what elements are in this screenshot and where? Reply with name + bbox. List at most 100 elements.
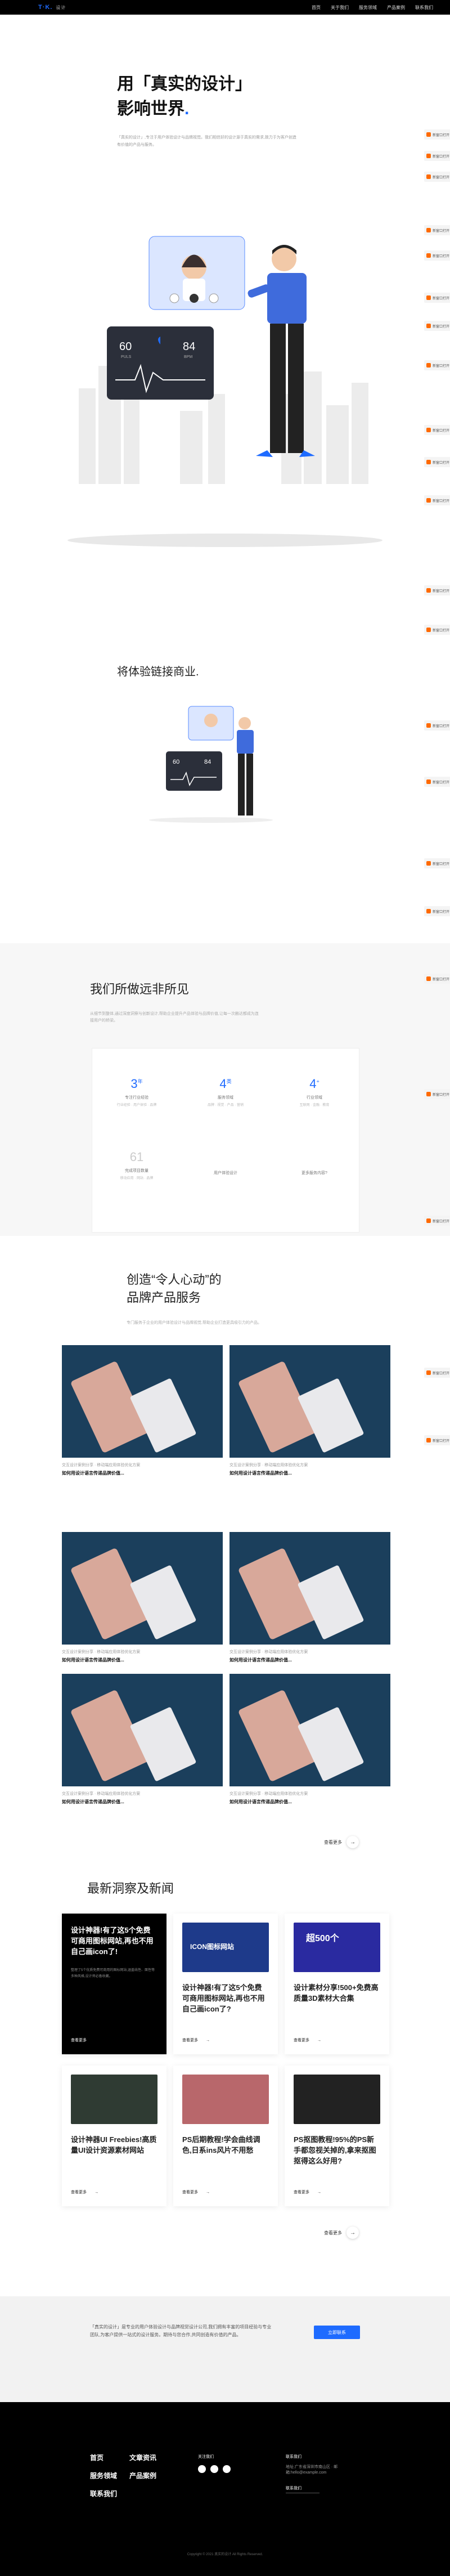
side-share-tab[interactable]: 新窗口打开 <box>424 457 450 467</box>
side-share-label: 新窗口打开 <box>433 325 450 329</box>
side-share-tab[interactable]: 新窗口打开 <box>424 777 450 787</box>
share-icon <box>426 174 431 179</box>
footer-link-services[interactable]: 服务领域 <box>90 2471 117 2480</box>
share-icon <box>426 1370 431 1375</box>
stat-item: 61 完成项目数量 移动应用 · 网站 · 品牌 <box>120 1150 154 1180</box>
share-icon <box>426 132 431 137</box>
stat-item: 4+ 行业领域 互联网 · 金融 · 教育 <box>299 1077 330 1107</box>
case-card[interactable]: 交互设计案例分享 · 移动端应用体验优化方案 如何用设计语言传递品牌价值... <box>62 1674 223 1805</box>
side-share-tab[interactable]: 新窗口打开 <box>424 720 450 731</box>
side-share-tab[interactable]: 新窗口打开 <box>424 906 450 916</box>
case-card[interactable]: 交互设计案例分享 · 移动端应用体验优化方案 如何用设计语言传递品牌价值... <box>230 1674 390 1805</box>
arrow-right-icon: → <box>206 2038 210 2042</box>
wechat-icon[interactable] <box>198 2465 206 2473</box>
side-share-tab[interactable]: 新窗口打开 <box>424 974 450 984</box>
cases-more-button[interactable]: 查看更多 → <box>324 1836 359 1848</box>
side-share-label: 新窗口打开 <box>433 176 450 180</box>
nav-item-about[interactable]: 关于我们 <box>331 5 349 11</box>
weibo-icon[interactable] <box>210 2465 218 2473</box>
footer-contact-title: 联系我们 <box>286 2455 302 2459</box>
share-icon <box>426 1092 431 1096</box>
footer-contact-button[interactable]: 联系我们 <box>286 2485 320 2493</box>
side-share-label: 新窗口打开 <box>433 499 450 503</box>
side-share-tab[interactable]: 新窗口打开 <box>424 151 450 161</box>
bpm-label: BPM <box>184 355 192 359</box>
main-nav: 首页 关于我们 服务领域 产品案例 联系我们 <box>312 5 433 11</box>
share-icon <box>426 498 431 503</box>
share-icon <box>426 154 431 158</box>
side-share-tab[interactable]: 新窗口打开 <box>424 1089 450 1099</box>
side-share-tab[interactable]: 新窗口打开 <box>424 858 450 868</box>
share-icon <box>426 628 431 632</box>
social-label: 关注我们 <box>198 2455 214 2459</box>
page: T·K. 设计 首页 关于我们 服务领域 产品案例 联系我们 用「真实的设计」 影… <box>0 0 450 2576</box>
what-title: 我们所做远非所见 <box>90 982 190 996</box>
share-icon <box>426 363 431 368</box>
footer-link-contact[interactable]: 联系我们 <box>90 2489 117 2498</box>
side-share-label: 新窗口打开 <box>433 1439 450 1443</box>
side-share-tab[interactable]: 新窗口打开 <box>424 250 450 261</box>
side-share-tab[interactable]: 新窗口打开 <box>424 425 450 435</box>
side-share-tab[interactable]: 新窗口打开 <box>424 625 450 635</box>
side-share-label: 新窗口打开 <box>433 229 450 233</box>
nav-item-cases[interactable]: 产品案例 <box>387 5 405 11</box>
side-share-tab[interactable]: 新窗口打开 <box>424 1368 450 1378</box>
side-share-tab[interactable]: 新窗口打开 <box>424 321 450 331</box>
qq-icon[interactable] <box>223 2465 231 2473</box>
news-card[interactable]: PS抠图教程!95%的PS新手都忽视关掉的,拿来抠图抠得这么好用? 查看更多 → <box>285 2066 389 2206</box>
nav-item-contact[interactable]: 联系我们 <box>415 5 433 11</box>
share-icon <box>426 588 431 593</box>
side-share-tab[interactable]: 新窗口打开 <box>424 129 450 140</box>
stat-item[interactable]: 更多服务内容? <box>270 1167 359 1176</box>
news-more-button[interactable]: 查看更多 → <box>324 2226 359 2239</box>
arrow-right-icon: → <box>94 2190 98 2194</box>
footer-link-articles[interactable]: 文章资讯 <box>129 2453 156 2462</box>
side-share-label: 新窗口打开 <box>433 364 450 368</box>
side-share-tab[interactable]: 新窗口打开 <box>424 172 450 182</box>
case-card[interactable]: 交互设计案例分享 · 移动端应用体验优化方案 如何用设计语言传递品牌价值... <box>62 1345 223 1476</box>
news-thumbnail <box>71 2075 158 2124</box>
nav-item-home[interactable]: 首页 <box>312 5 321 11</box>
news-card[interactable]: PS后期教程!学会曲线调色,日系ins风片不用愁 查看更多 → <box>173 2066 278 2206</box>
hero-title: 用「真实的设计」 影响世界. <box>117 75 252 118</box>
arrow-right-icon: → <box>317 2038 321 2042</box>
footer-link-home[interactable]: 首页 <box>90 2453 104 2462</box>
news-thumbnail: 超500个 <box>294 1923 380 1972</box>
share-icon <box>426 909 431 913</box>
news-card[interactable]: 设计神器UI Freebies!高质量UI设计资源素材网站 查看更多 → <box>62 2066 166 2206</box>
top-bar: T·K. 设计 首页 关于我们 服务领域 产品案例 联系我们 <box>0 0 450 15</box>
share-icon <box>426 779 431 784</box>
side-share-tab[interactable]: 新窗口打开 <box>424 585 450 595</box>
cta-button[interactable]: 立即联系 <box>314 2326 360 2339</box>
news-card[interactable]: ICON图标网站 设计神器!有了这5个免费可商用图标网站,再也不用自己画icon… <box>173 1914 278 2054</box>
case-image <box>230 1345 390 1458</box>
logo[interactable]: T·K. 设计 <box>38 4 66 11</box>
footer-link-cases[interactable]: 产品案例 <box>129 2471 156 2480</box>
brand-description: 专门服务于企业的用户体验设计与品牌视觉,帮助企业打造更具吸引力的产品。 <box>127 1321 262 1325</box>
side-share-label: 新窗口打开 <box>433 1372 450 1376</box>
stat-item: 3年 专注行业经验 行业经验 · 用户体验 · 品牌 <box>116 1077 157 1107</box>
side-share-label: 新窗口打开 <box>433 629 450 633</box>
share-icon <box>426 976 431 981</box>
side-share-label: 新窗口打开 <box>433 781 450 785</box>
side-share-tab[interactable]: 新窗口打开 <box>424 1435 450 1445</box>
side-share-tab[interactable]: 新窗口打开 <box>424 495 450 505</box>
news-card[interactable]: 设计神器!有了这5个免费可商用图标网站,再也不用自己画icon了! 整理了5个优… <box>62 1914 166 2054</box>
case-card[interactable]: 交互设计案例分享 · 移动端应用体验优化方案 如何用设计语言传递品牌价值... <box>230 1345 390 1476</box>
side-share-tab[interactable]: 新窗口打开 <box>424 360 450 370</box>
side-share-label: 新窗口打开 <box>433 155 450 159</box>
contact-cta: 「真实的设计」是专业的用户体验设计与品牌视觉设计公司,我们拥有丰富的项目经验与专… <box>0 2296 450 2402</box>
nav-item-services[interactable]: 服务领域 <box>359 5 377 11</box>
news-card[interactable]: 超500个 设计素材分享!500+免费高质量3D素材大合集 查看更多 → <box>285 1914 389 2054</box>
side-share-label: 新窗口打开 <box>433 862 450 866</box>
share-icon <box>426 228 431 232</box>
case-image <box>62 1532 223 1645</box>
case-card[interactable]: 交互设计案例分享 · 移动端应用体验优化方案 如何用设计语言传递品牌价值... <box>230 1532 390 1663</box>
side-share-tab[interactable]: 新窗口打开 <box>424 225 450 235</box>
side-share-tab[interactable]: 新窗口打开 <box>424 293 450 303</box>
news-thumbnail <box>294 2075 380 2124</box>
bpm-value: 84 <box>183 341 195 353</box>
case-card[interactable]: 交互设计案例分享 · 移动端应用体验优化方案 如何用设计语言传递品牌价值... <box>62 1532 223 1663</box>
svg-text:84: 84 <box>204 759 211 765</box>
side-share-tab[interactable]: 新窗口打开 <box>424 1216 450 1226</box>
